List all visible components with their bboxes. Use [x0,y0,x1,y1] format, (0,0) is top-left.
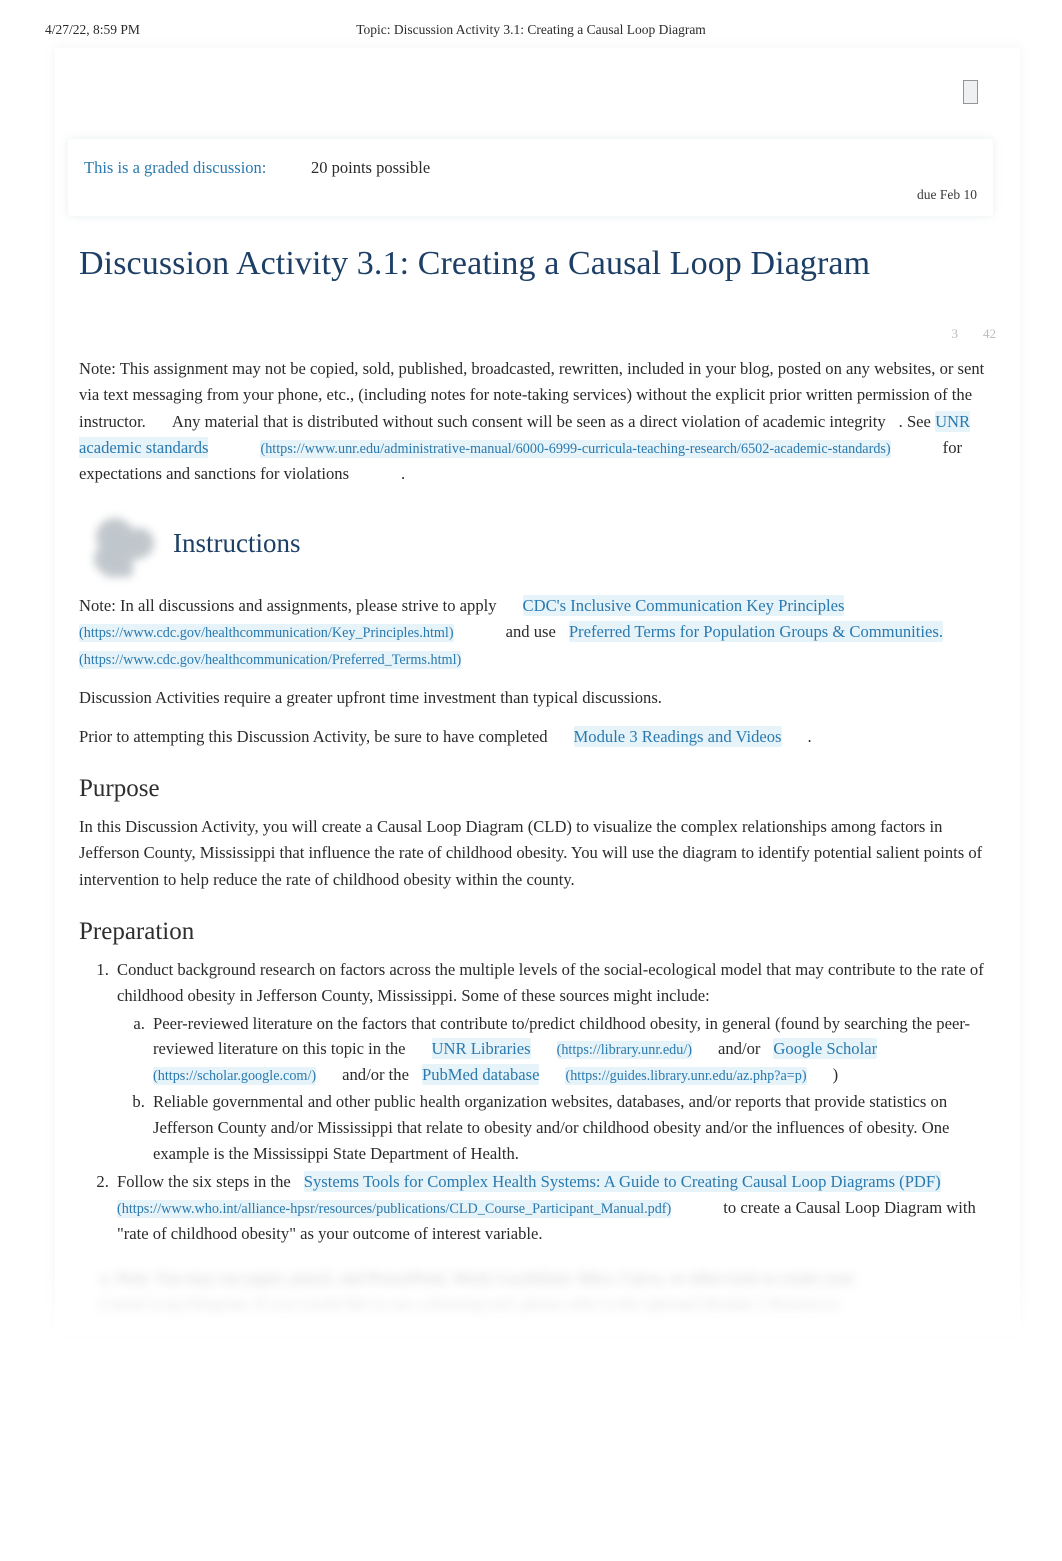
kebab-menu-icon[interactable] [963,80,978,104]
instructions-heading-block: Instructions [79,517,996,579]
pubmed-database-link[interactable]: PubMed database [421,1064,540,1086]
google-scholar-url: (https://scholar.google.com/) [153,1067,317,1086]
prep-1a-part-3: and/or the [342,1065,409,1085]
view-count: 42 [983,326,996,342]
prior-note-prefix: Prior to attempting this Discussion Acti… [79,726,548,746]
note-part-5: . [401,463,406,483]
discussion-page-card: This is a graded discussion: 20 points p… [55,48,1020,1336]
unr-libraries-url: (https://library.unr.edu/) [556,1041,693,1060]
cdc-note-part-1: Note: In all discussions and assignments… [79,596,497,616]
unr-academic-standards-url: (https://www.unr.edu/administrative-manu… [260,439,891,458]
prior-note-suffix: . [807,726,812,746]
inclusive-communication-note: Note: In all discussions and assignments… [79,593,996,672]
prep-item-1: Conduct background research on factors a… [113,957,996,1167]
due-date: due Feb 10 [917,187,977,202]
cdc-note-part-2: and use [505,622,556,642]
page-title: Discussion Activity 3.1: Creating a Caus… [79,245,871,282]
reply-count: 3 [951,326,959,342]
purpose-body: In this Discussion Activity, you will cr… [79,817,983,889]
cdc-preferred-terms-url: (https://www.cdc.gov/healthcommunication… [79,650,462,669]
prep-2-prefix: Follow the six steps in the [117,1171,291,1191]
cdc-key-principles-url: (https://www.cdc.gov/healthcommunication… [79,624,454,643]
prep-item-1a: Peer-reviewed literature on the factors … [149,1011,996,1089]
prior-completion-note: Prior to attempting this Discussion Acti… [79,724,996,750]
instructions-heading-text: Instructions [173,528,301,559]
prep-2-mid: to [723,1197,737,1217]
puzzle-blob-icon [89,517,167,579]
cld-guide-pdf-link[interactable]: Systems Tools for Complex Health Systems… [303,1170,941,1192]
prep-item-1-text: Conduct background research on factors a… [117,959,984,1005]
academic-integrity-note: Note: This assignment may not be copied,… [79,356,996,487]
preparation-sublist-1: Peer-reviewed literature on the factors … [117,1011,996,1167]
discussion-content: Discussion Activity 3.1: Creating a Caus… [79,244,996,1248]
purpose-heading: Purpose [79,775,160,803]
pubmed-database-url: (https://guides.library.unr.edu/az.php?a… [565,1067,807,1086]
print-topic: Topic: Discussion Activity 3.1: Creating… [356,22,706,37]
discussion-counters: 3 42 [79,326,997,356]
prep-1b-text: Reliable governmental and other public h… [153,1092,950,1163]
prep-1a-part-2: and/or [718,1039,761,1059]
module-3-readings-link[interactable]: Module 3 Readings and Videos [573,725,782,747]
prep-item-1b: Reliable governmental and other public h… [149,1089,996,1167]
time-investment-note: Discussion Activities require a greater … [79,687,662,707]
graded-discussion-label: This is a graded discussion: [84,158,267,177]
cdc-key-principles-link[interactable]: CDC's Inclusive Communication Key Princi… [522,595,845,617]
points-possible: 20 points possible [311,158,431,177]
print-header: 4/27/22, 8:59 PM Topic: Discussion Activ… [0,22,1062,44]
cld-guide-pdf-url: (https://www.who.int/alliance-hpsr/resou… [117,1199,672,1218]
prep-1a-part-4: ) [832,1065,839,1085]
note-part-2: Any material that is distributed without… [171,411,886,431]
cdc-preferred-terms-link[interactable]: Preferred Terms for Population Groups & … [568,621,943,643]
preparation-heading: Preparation [79,917,195,945]
preparation-list: Conduct background research on factors a… [79,957,996,1247]
unr-libraries-link[interactable]: UNR Libraries [431,1038,531,1060]
google-scholar-link[interactable]: Google Scholar [773,1038,878,1060]
graded-discussion-banner: This is a graded discussion: 20 points p… [68,139,993,216]
note-part-3: . See [898,411,931,431]
prep-item-2: Follow the six steps in the Systems Tools… [113,1169,996,1247]
